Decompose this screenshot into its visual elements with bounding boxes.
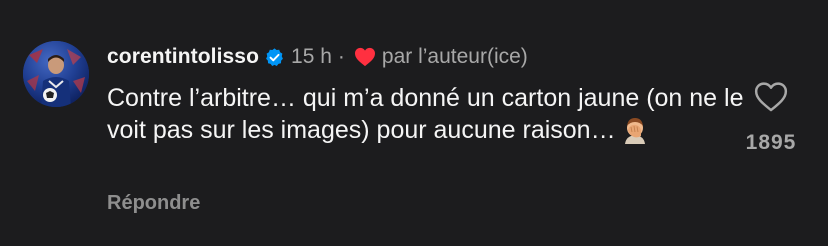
- username[interactable]: corentintolisso: [107, 45, 259, 69]
- comment-text-block: Contre l’arbitre… qui m’a donné un carto…: [107, 83, 747, 146]
- avatar[interactable]: [23, 41, 89, 107]
- liked-by-author-label: par l’auteur(ice): [381, 45, 528, 68]
- verified-badge-icon: [264, 47, 285, 68]
- like-count: 1895: [745, 131, 797, 154]
- comment-header: corentintolisso 15 h · par l’auteur(ice): [107, 40, 528, 74]
- reply-button[interactable]: Répondre: [107, 192, 200, 215]
- red-heart-icon: [354, 47, 376, 67]
- heart-outline-icon: [754, 82, 788, 112]
- comment-item: corentintolisso 15 h · par l’auteur(ice)…: [0, 0, 828, 246]
- timestamp: 15 h: [291, 45, 332, 68]
- separator-dot: ·: [337, 45, 345, 68]
- facepalm-emoji-icon: [620, 114, 650, 144]
- like-button[interactable]: [753, 81, 789, 113]
